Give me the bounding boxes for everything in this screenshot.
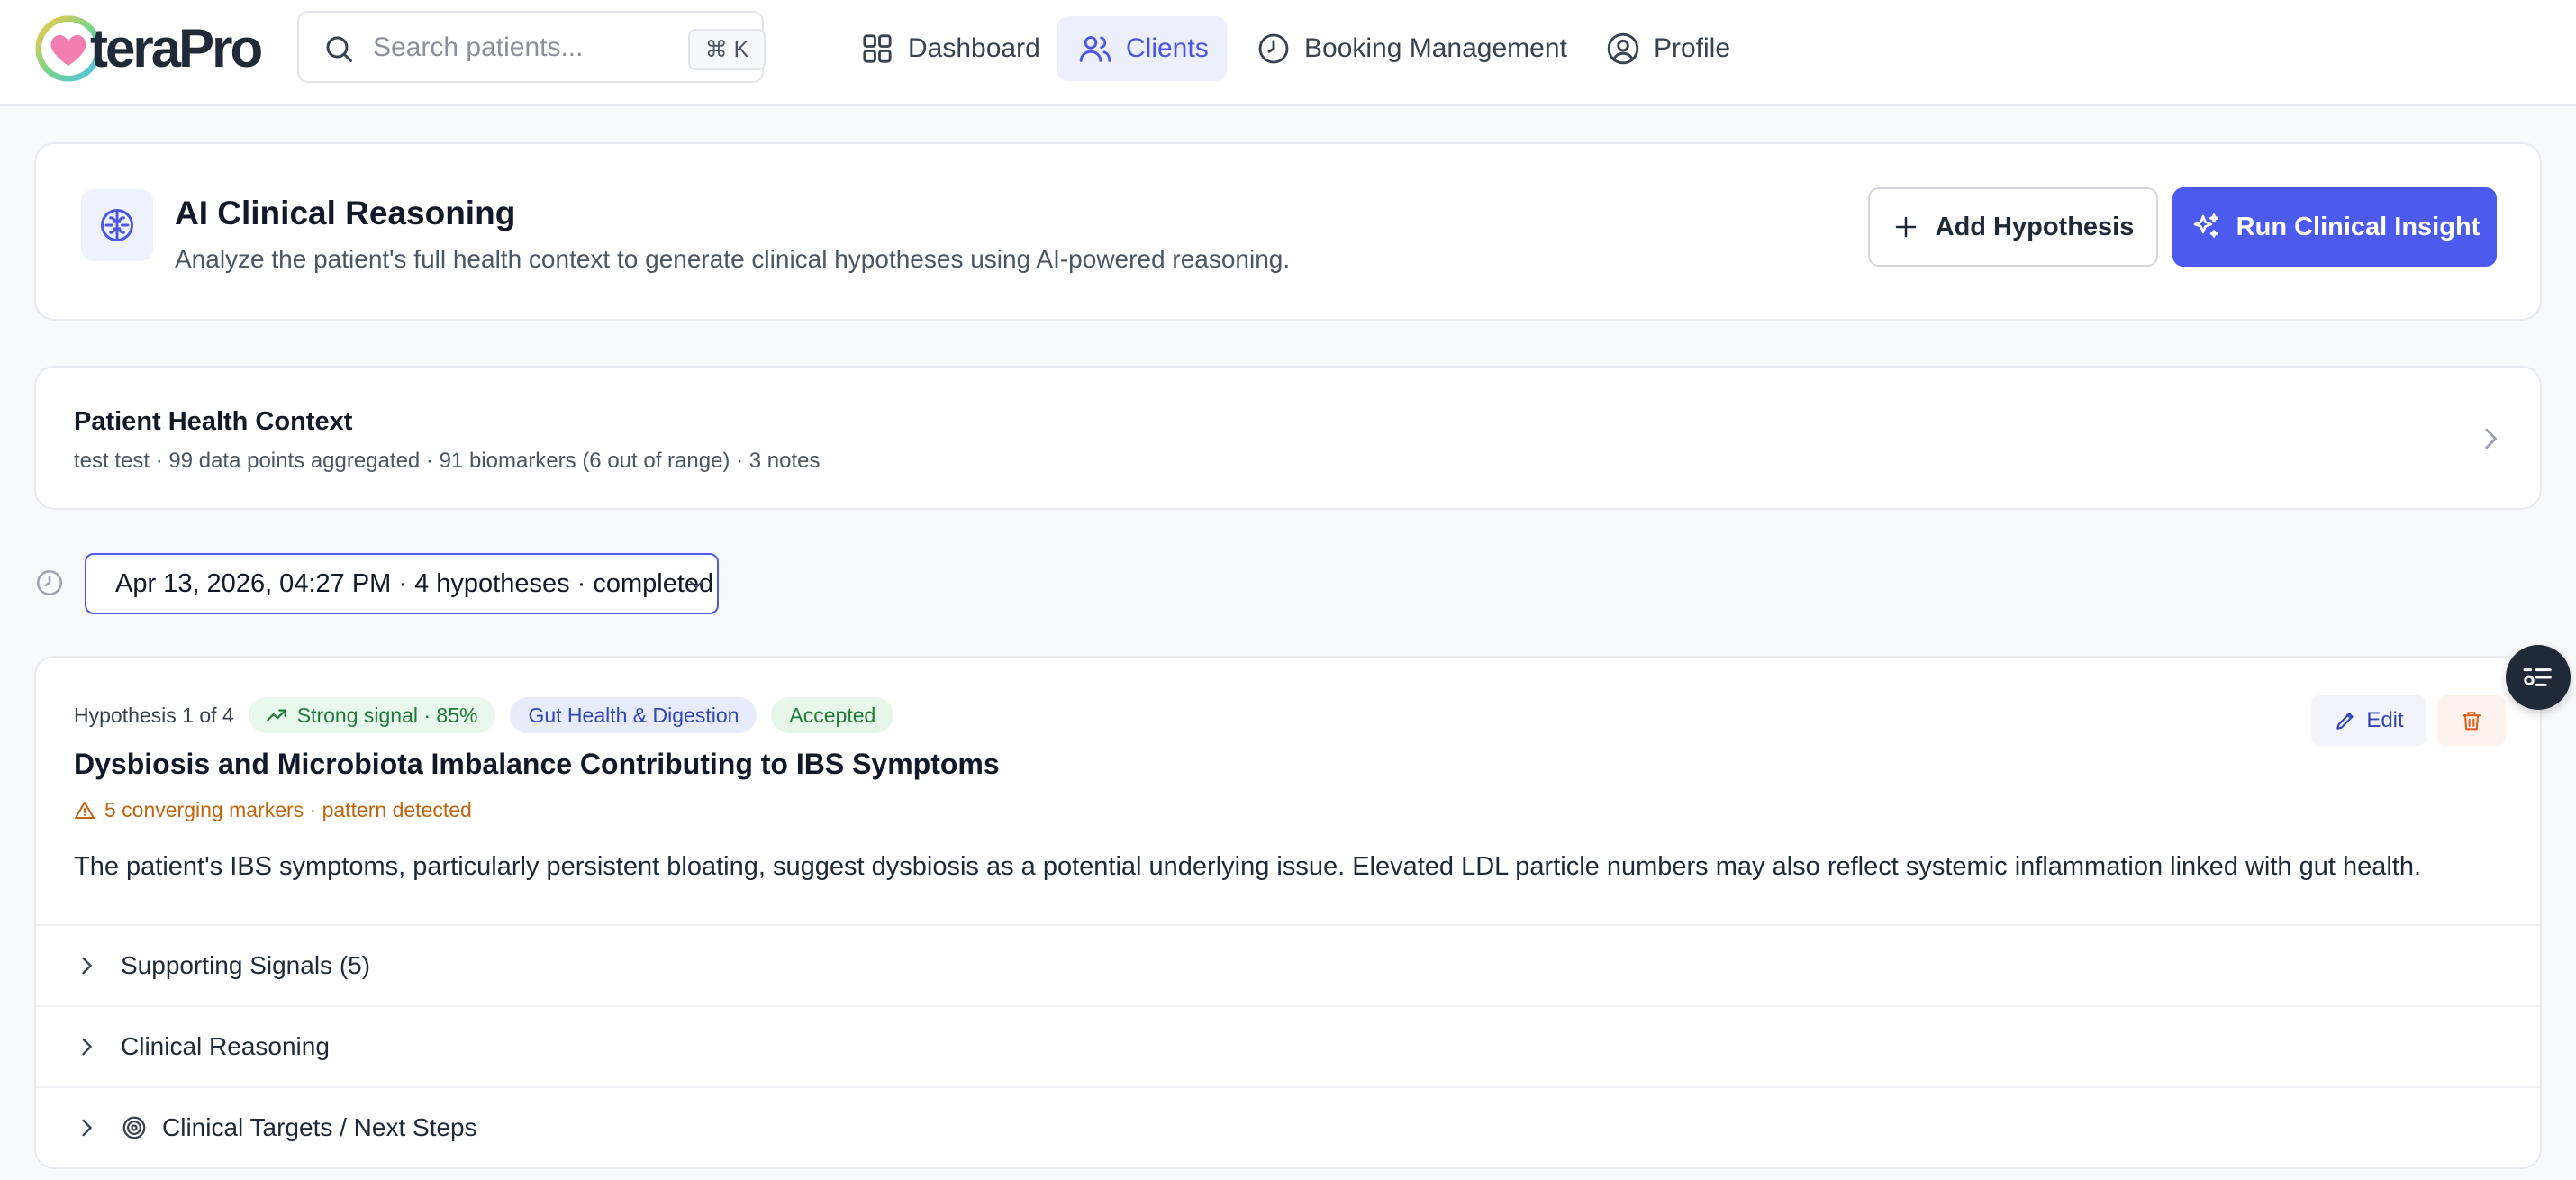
run-clinical-insight-label: Run Clinical Insight [2236,212,2481,241]
nav-profile[interactable]: Profile [1605,16,1730,81]
top-navigation: teraPro Search patients... ⌘ K Dashboard… [0,0,2576,106]
converging-markers-label: 5 converging markers · pattern detected [104,798,472,821]
search-icon [326,36,352,62]
chevron-right-icon [82,957,92,975]
sparkles-icon [2193,213,2218,238]
floating-panel-toggle-button[interactable] [2506,645,2571,710]
edit-hypothesis-button[interactable]: Edit [2311,695,2426,746]
ai-reasoning-subtitle: Analyze the patient's full health contex… [175,245,1291,273]
brain-icon [101,209,133,241]
run-history-select[interactable]: Apr 13, 2026, 04:27 PM · 4 hypotheses · … [85,553,719,614]
logo-text: teraPro [90,18,263,78]
users-icon [1079,36,1111,62]
brain-icon-container [81,189,153,261]
grid-icon [863,34,892,63]
chevron-down-icon [689,580,703,589]
signal-strength-label: Strong signal · 85% [296,703,478,727]
target-icon [122,1116,146,1139]
search-input[interactable]: Search patients... [373,32,583,63]
chevron-right-icon[interactable] [2475,423,2506,454]
ai-clinical-reasoning-card: AI Clinical Reasoning Analyze the patien… [34,142,2542,321]
converging-markers-note: 5 converging markers · pattern detected [74,798,472,822]
edit-label: Edit [2366,708,2404,732]
section-label: Clinical Reasoning [121,1032,330,1060]
hypothesis-description: The patient's IBS symptoms, particularly… [74,852,2422,881]
section-label: Supporting Signals (5) [121,951,371,979]
delete-hypothesis-button[interactable] [2437,695,2506,746]
hypothesis-title: Dysbiosis and Microbiota Imbalance Contr… [74,748,1000,780]
history-clock-icon [36,569,63,596]
section-label: Clinical Targets / Next Steps [162,1113,477,1141]
ai-reasoning-title: AI Clinical Reasoning [175,195,516,231]
list-toggle-icon [2523,668,2552,686]
health-context-summary: test test · 99 data points aggregated · … [74,449,821,473]
section-clinical-targets[interactable]: Clinical Targets / Next Steps [36,1086,2540,1167]
nav-dashboard-label: Dashboard [908,33,1040,63]
user-circle-icon [1607,32,1639,65]
section-supporting-signals[interactable]: Supporting Signals (5) [36,924,2540,1005]
trending-up-icon [266,709,286,722]
health-context-title: Patient Health Context [74,407,353,436]
warning-triangle-icon [75,801,95,819]
category-badge: Gut Health & Digestion [510,697,757,733]
nav-profile-label: Profile [1654,33,1731,63]
search-box[interactable]: Search patients... ⌘ K [297,11,766,83]
trash-icon [2462,712,2481,731]
hypothesis-header: Hypothesis 1 of 4 Strong signal · 85% Gu… [74,697,908,733]
nav-clients[interactable]: Clients [1057,16,1227,81]
nav-booking-management[interactable]: Booking Management [1256,16,1567,81]
pencil-icon [2336,713,2354,730]
add-hypothesis-button[interactable]: Add Hypothesis [1868,187,2158,267]
section-clinical-reasoning[interactable]: Clinical Reasoning [36,1005,2540,1086]
nav-dashboard[interactable]: Dashboard [845,16,1055,81]
nav-booking-label: Booking Management [1304,33,1567,63]
status-badge: Accepted [771,697,894,733]
clock-icon [1258,33,1289,64]
app-logo[interactable]: teraPro [34,14,263,83]
hypothesis-card: Hypothesis 1 of 4 Strong signal · 85% Gu… [34,656,2542,1169]
chevron-right-icon [82,1119,92,1137]
run-history-selected-value: Apr 13, 2026, 04:27 PM · 4 hypotheses · … [115,568,714,598]
nav-clients-label: Clients [1126,33,1209,63]
signal-strength-badge: Strong signal · 85% [248,697,496,733]
search-shortcut-badge: ⌘ K [688,29,766,70]
hypothesis-counter: Hypothesis 1 of 4 [74,703,234,727]
run-clinical-insight-button[interactable]: Run Clinical Insight [2172,187,2497,267]
plus-icon [1895,216,1916,238]
chevron-right-icon [82,1038,92,1056]
add-hypothesis-label: Add Hypothesis [1935,212,2135,241]
patient-health-context-card[interactable]: Patient Health Context test test · 99 da… [34,366,2542,510]
